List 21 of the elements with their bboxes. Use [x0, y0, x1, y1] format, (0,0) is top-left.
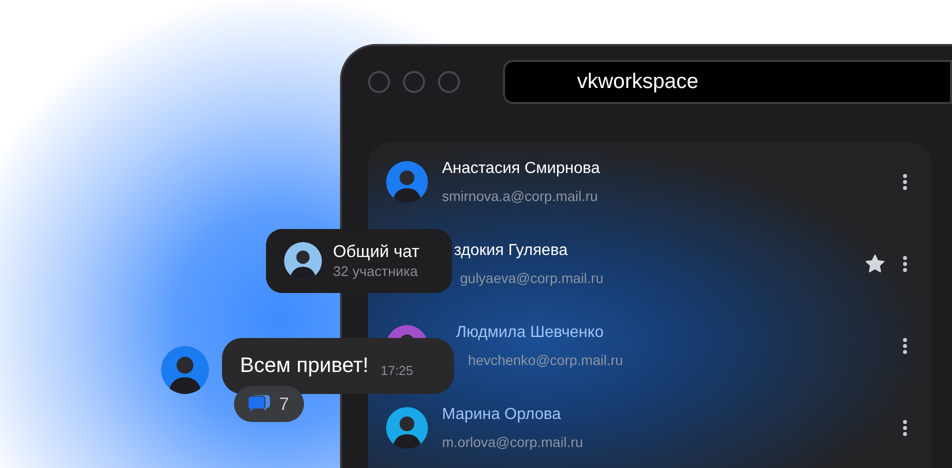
- message-text: Всем привет!: [240, 353, 369, 380]
- more-icon[interactable]: [902, 337, 908, 355]
- contact-email: hevchenko@corp.mail.ru: [467, 351, 624, 369]
- message-time: 17:25: [380, 362, 414, 380]
- contact-email: gulyaeva@corp.mail.ru: [459, 269, 604, 287]
- more-icon[interactable]: [902, 419, 908, 437]
- more-icon[interactable]: [902, 255, 908, 273]
- contact-name: Людмила Шевченко: [456, 323, 605, 343]
- contact-email: smirnova.a@corp.mail.ru: [442, 187, 599, 205]
- member-count: 32 участника: [333, 262, 419, 281]
- chat-bubbles-icon: [247, 394, 271, 414]
- contact-name: Анастасия Смирнова: [442, 159, 601, 179]
- star-icon[interactable]: [864, 253, 886, 275]
- chat-title: Общий чат: [333, 241, 420, 262]
- contact-name: Марина Орлова: [442, 405, 562, 425]
- more-icon[interactable]: [902, 173, 908, 191]
- group-chat-popup[interactable]: Общий чат 32 участника: [266, 229, 452, 293]
- contact-email: m.orlova@corp.mail.ru: [442, 433, 584, 451]
- address-field[interactable]: vkworkspace: [503, 60, 952, 104]
- replies-button[interactable]: 7: [234, 386, 304, 422]
- contact-name: здокия Гуляева: [454, 241, 569, 261]
